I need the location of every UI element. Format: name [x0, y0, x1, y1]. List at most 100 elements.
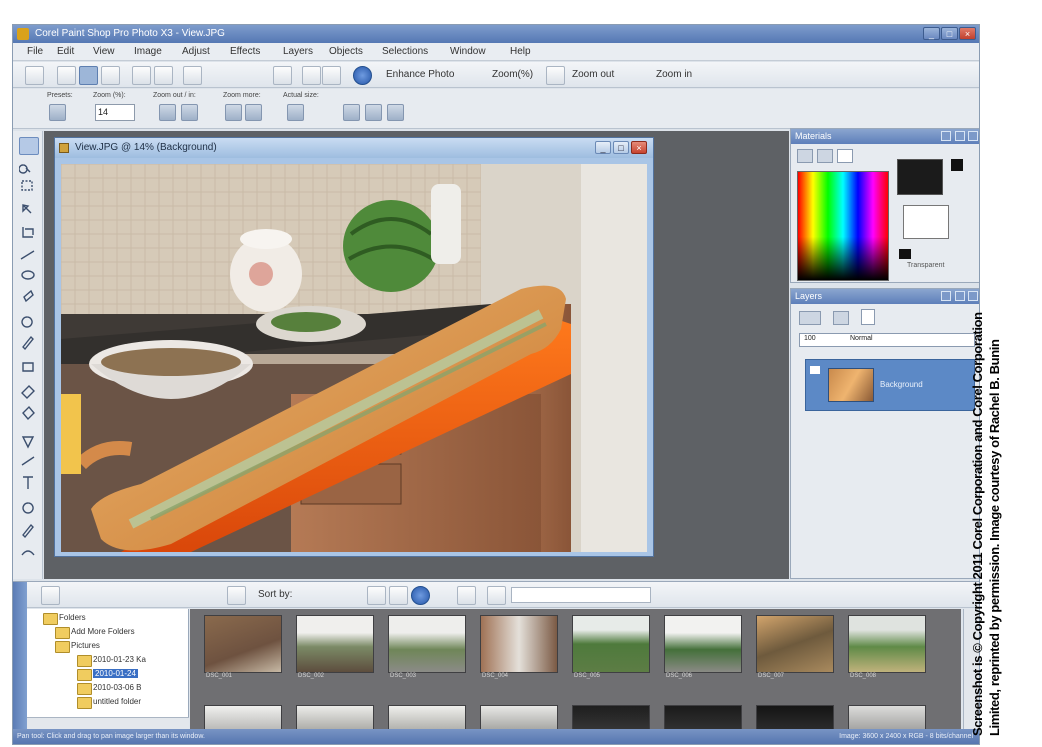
organizer-view-button[interactable] — [227, 586, 246, 605]
tree-hscrollbar[interactable] — [27, 717, 189, 729]
blend-mode-dropdown[interactable]: Normal — [850, 335, 873, 342]
frame-tab[interactable] — [797, 149, 813, 163]
print-button[interactable] — [183, 66, 202, 85]
thumbnail-2[interactable] — [296, 615, 374, 673]
menu-adjust[interactable]: Adjust — [182, 46, 210, 57]
scan-button[interactable] — [101, 66, 120, 85]
globe-icon[interactable] — [387, 104, 404, 121]
fit-icon[interactable] — [365, 104, 382, 121]
menu-image[interactable]: Image — [134, 46, 162, 57]
refresh-button[interactable] — [457, 586, 476, 605]
tree-item-pictures[interactable]: Pictures — [71, 641, 100, 650]
actual-size-icon[interactable] — [287, 104, 304, 121]
menu-window[interactable]: Window — [450, 46, 486, 57]
organizer-options-button[interactable] — [41, 586, 60, 605]
zoom-dropdown[interactable]: Zoom(%) — [489, 67, 536, 83]
background-swatch[interactable] — [903, 205, 949, 239]
thumbnail-10[interactable] — [296, 705, 374, 730]
color-spectrum[interactable] — [797, 171, 889, 281]
open-file-button[interactable] — [57, 66, 76, 85]
image-canvas[interactable] — [61, 164, 647, 552]
repeat-button[interactable] — [322, 66, 341, 85]
image-minimize-button[interactable]: _ — [595, 141, 611, 154]
layer-group-button[interactable] — [833, 311, 849, 325]
thumbnail-16[interactable] — [848, 705, 926, 730]
thumbnail-1[interactable] — [204, 615, 282, 673]
tree-item-folder-4[interactable]: untitled folder — [93, 697, 141, 706]
search-input[interactable] — [511, 587, 651, 603]
thumbnail-7[interactable] — [756, 615, 834, 673]
new-file-button[interactable] — [25, 66, 44, 85]
zoom-more-out-icon[interactable] — [225, 104, 242, 121]
thumbnail-14[interactable] — [664, 705, 742, 730]
thumbnail-12[interactable] — [480, 705, 558, 730]
image-maximize-button[interactable]: □ — [613, 141, 629, 154]
fit-window-button[interactable] — [546, 66, 565, 85]
layers-float-button[interactable] — [955, 291, 965, 301]
swatches-tab[interactable] — [837, 149, 853, 163]
browse-button[interactable] — [79, 66, 98, 85]
filter-button[interactable] — [367, 586, 386, 605]
presets-icon[interactable] — [49, 104, 66, 121]
maximize-button[interactable]: □ — [941, 27, 958, 40]
thumbnail-9[interactable] — [204, 705, 282, 730]
rainbow-tab[interactable] — [817, 149, 833, 163]
minimize-button[interactable]: _ — [923, 27, 940, 40]
straighten-tool-icon — [20, 250, 35, 260]
magnifier-icon[interactable] — [343, 104, 360, 121]
layers-menu-button[interactable] — [941, 291, 951, 301]
thumbnail-6[interactable] — [664, 615, 742, 673]
thumbnail-8[interactable] — [848, 615, 926, 673]
zoom-out-icon[interactable] — [159, 104, 176, 121]
save-button[interactable] — [132, 66, 151, 85]
enhance-photo-dropdown[interactable]: Enhance Photo — [383, 67, 457, 83]
zoom-percent-input[interactable]: 14 — [95, 104, 135, 121]
tree-item-folders[interactable]: Folders — [59, 613, 86, 622]
thumbnail-13[interactable] — [572, 705, 650, 730]
layer-visibility-icon[interactable] — [810, 366, 820, 374]
menu-effects[interactable]: Effects — [230, 46, 260, 57]
image-close-button[interactable]: × — [631, 141, 647, 154]
thumbnail-4[interactable] — [480, 615, 558, 673]
sort-by-dropdown[interactable]: Sort by: — [255, 587, 295, 603]
thumbnail-3[interactable] — [388, 615, 466, 673]
palette-menu-button[interactable] — [941, 131, 951, 141]
organizer-side-tab[interactable] — [13, 582, 27, 730]
thumbnail-15[interactable] — [756, 705, 834, 730]
edit-layer-icon[interactable] — [861, 309, 875, 325]
menu-file[interactable]: File — [27, 46, 43, 57]
zoom-in-icon[interactable] — [181, 104, 198, 121]
menu-help[interactable]: Help — [510, 46, 531, 57]
pan-tool[interactable] — [19, 137, 39, 155]
tree-item-folder-2-selected[interactable]: 2010-01-24 — [93, 669, 138, 678]
tree-item-folder-1[interactable]: 2010-01-23 Ka — [93, 655, 146, 664]
menu-selections[interactable]: Selections — [382, 46, 428, 57]
undo-button[interactable] — [273, 66, 292, 85]
redo-button[interactable] — [302, 66, 321, 85]
tag-button[interactable] — [389, 586, 408, 605]
help-icon[interactable] — [353, 66, 372, 85]
binoculars-icon[interactable] — [487, 586, 506, 605]
swap-colors-icon[interactable] — [951, 159, 963, 171]
palette-float-button[interactable] — [955, 131, 965, 141]
layer-row-background[interactable]: Background — [805, 359, 975, 411]
menu-layers[interactable]: Layers — [283, 46, 313, 57]
menu-edit[interactable]: Edit — [57, 46, 74, 57]
thumbnail-5[interactable] — [572, 615, 650, 673]
tree-item-folder-3[interactable]: 2010-03-06 B — [93, 683, 141, 692]
thumbnail-11[interactable] — [388, 705, 466, 730]
foreground-swatch[interactable] — [897, 159, 943, 195]
texture-toggle-icon[interactable] — [899, 249, 911, 259]
menu-view[interactable]: View — [93, 46, 115, 57]
opacity-field[interactable]: 100 — [804, 335, 816, 342]
zoom-in-button[interactable]: Zoom in — [653, 67, 695, 83]
tree-item-add-folders[interactable]: Add More Folders — [71, 627, 135, 636]
info-icon[interactable] — [411, 586, 430, 605]
menu-objects[interactable]: Objects — [329, 46, 363, 57]
save-as-button[interactable] — [154, 66, 173, 85]
new-layer-button[interactable] — [799, 311, 821, 325]
status-right: Image: 3600 x 2400 x RGB - 8 bits/channe… — [839, 733, 973, 740]
zoom-more-in-icon[interactable] — [245, 104, 262, 121]
zoom-out-button[interactable]: Zoom out — [569, 67, 617, 83]
image-window-titlebar[interactable]: View.JPG @ 14% (Background) _ □ × — [55, 138, 653, 158]
